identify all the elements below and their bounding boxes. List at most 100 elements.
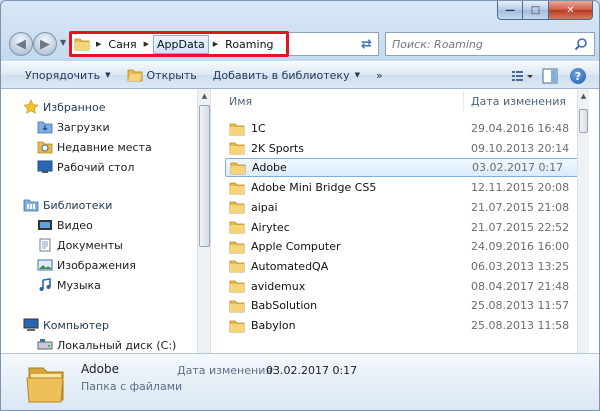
scrollbar-thumb[interactable] <box>579 109 588 133</box>
help-button[interactable]: ? <box>567 65 589 87</box>
search-icon[interactable] <box>574 37 588 51</box>
details-item-type: Папка с файлами <box>81 380 183 393</box>
nav-item-desktop[interactable]: Рабочий стол <box>1 157 197 177</box>
column-header-name[interactable]: Имя <box>229 95 252 108</box>
nav-item-label: Документы <box>57 238 123 252</box>
nav-item-local-disk-c[interactable]: Локальный диск (C:) <box>1 335 197 353</box>
column-headers: Имя Дата изменения <box>215 89 587 113</box>
file-date-modified: 21.07.2015 21:08 <box>471 200 570 214</box>
search-box[interactable] <box>385 32 595 56</box>
nav-item-label: Недавние места <box>57 140 152 154</box>
folder-icon <box>229 279 245 293</box>
nav-item-music[interactable]: Музыка <box>1 275 197 295</box>
open-button[interactable]: Открыть <box>119 64 205 86</box>
nav-group-libraries: Библиотеки Видео Документы Изображения М… <box>1 195 197 295</box>
nav-favorites[interactable]: Избранное <box>1 97 197 117</box>
nav-computer[interactable]: Компьютер <box>1 315 197 335</box>
file-row[interactable]: aipai 21.07.2015 21:08 <box>225 198 581 217</box>
file-row[interactable]: Adobe Mini Bridge CS5 12.11.2015 20:08 <box>225 178 581 197</box>
open-folder-icon <box>127 69 142 82</box>
hard-drive-icon <box>37 337 53 353</box>
star-icon <box>23 99 39 115</box>
maximize-button[interactable]: □ <box>523 1 549 20</box>
scroll-up-arrow-icon[interactable]: ▲ <box>198 89 210 103</box>
folder-icon <box>229 240 245 254</box>
file-list-pane: Имя Дата изменения 1C 29.04.2016 16:48 2K … <box>215 89 587 353</box>
breadcrumb-chevron-icon[interactable]: ▶ <box>92 40 105 48</box>
chevron-down-icon: ▼ <box>354 71 360 79</box>
scrollbar-thumb[interactable] <box>199 105 210 247</box>
details-date-value: 03.02.2017 0:17 <box>266 364 358 377</box>
file-row[interactable]: Adobe 03.02.2017 0:17 <box>225 158 581 178</box>
nav-item-label: Музыка <box>57 278 101 292</box>
filelist-scrollbar[interactable]: ▲ <box>577 89 589 353</box>
file-row[interactable]: 2K Sports 09.10.2013 20:14 <box>225 139 581 158</box>
command-bar: Упорядочить ▼ Открыть Добавить в библиот… <box>1 61 599 89</box>
recent-pages-dropdown[interactable]: ▼ <box>60 38 66 47</box>
file-date-modified: 24.09.2016 16:00 <box>471 240 570 254</box>
breadcrumb-item-roaming[interactable]: Roaming <box>222 36 276 53</box>
close-button[interactable]: ✕ <box>549 1 593 20</box>
file-row[interactable]: BabSolution 25.08.2013 11:57 <box>225 296 581 315</box>
file-row[interactable]: avidemux 08.04.2017 21:48 <box>225 277 581 296</box>
open-label: Открыть <box>146 68 197 82</box>
file-date-modified: 29.04.2016 16:48 <box>471 122 570 135</box>
breadcrumb-item-user[interactable]: Саня <box>105 36 139 53</box>
navpane-scrollbar[interactable]: ▲ <box>197 89 210 353</box>
file-name: avidemux <box>251 279 306 293</box>
nav-item-recent-places[interactable]: Недавние места <box>1 137 197 157</box>
file-date-modified: 25.08.2013 11:58 <box>471 319 570 332</box>
main-content: Избранное Загрузки Недавние места Рабочи… <box>1 89 599 353</box>
file-row[interactable]: 1C 29.04.2016 16:48 <box>225 119 581 138</box>
nav-libraries[interactable]: Библиотеки <box>1 195 197 215</box>
music-icon <box>37 277 53 293</box>
breadcrumb-chevron-icon[interactable]: ▶ <box>140 40 153 48</box>
file-row[interactable]: Airytec 21.07.2015 22:52 <box>225 218 581 237</box>
organize-button[interactable]: Упорядочить ▼ <box>17 64 119 86</box>
nav-item-downloads[interactable]: Загрузки <box>1 117 197 137</box>
nav-item-label: Локальный диск (C:) <box>57 338 177 352</box>
caption-buttons: — □ ✕ <box>497 1 593 21</box>
file-row[interactable]: Apple Computer 24.09.2016 16:00 <box>225 237 581 256</box>
address-bar[interactable]: ▶ Саня ▶ AppData ▶ Roaming ▼ <box>71 32 373 56</box>
view-options-button[interactable] <box>511 65 533 87</box>
add-to-library-button[interactable]: Добавить в библиотеку ▼ <box>205 64 368 86</box>
search-input[interactable] <box>392 37 572 51</box>
minimize-button[interactable]: — <box>497 1 523 20</box>
pictures-icon <box>37 257 53 273</box>
back-button[interactable]: ◀ <box>9 32 33 56</box>
toolbar-more-button[interactable]: » <box>368 64 391 86</box>
view-list-icon <box>512 71 533 81</box>
arrow-left-icon: ◀ <box>16 36 26 52</box>
breadcrumb-chevron-icon[interactable]: ▶ <box>209 40 222 48</box>
scroll-up-arrow-icon[interactable]: ▲ <box>578 89 589 103</box>
nav-item-label: Видео <box>57 218 93 232</box>
file-name: Adobe <box>252 161 287 175</box>
file-date-modified: 06.03.2013 13:25 <box>471 259 570 273</box>
nav-item-video[interactable]: Видео <box>1 215 197 235</box>
folder-icon <box>72 33 92 55</box>
breadcrumb-item-appdata[interactable]: AppData <box>153 34 209 54</box>
column-divider[interactable] <box>463 91 464 111</box>
downloads-folder-icon <box>37 119 53 135</box>
navigation-pane: Избранное Загрузки Недавние места Рабочи… <box>1 89 211 353</box>
refresh-button[interactable]: ⇄ <box>355 32 379 56</box>
details-pane: Adobe Папка с файлами Дата изменения: 03… <box>1 353 599 410</box>
nav-item-documents[interactable]: Документы <box>1 235 197 255</box>
organize-label: Упорядочить <box>25 68 101 82</box>
nav-group-computer: Компьютер Локальный диск (C:) <box>1 315 197 353</box>
folder-icon <box>229 200 245 214</box>
file-row[interactable]: Babylon 25.08.2013 11:58 <box>225 316 581 335</box>
nav-favorites-label: Избранное <box>43 100 106 114</box>
forward-button[interactable]: ▶ <box>33 32 57 56</box>
preview-pane-button[interactable] <box>539 65 561 87</box>
explorer-window: — □ ✕ ◀ ▶ ▼ ▶ Саня ▶ AppData ▶ Roaming ▼… <box>0 0 600 411</box>
folder-icon <box>229 141 245 155</box>
preview-pane-icon <box>542 68 558 84</box>
folder-icon <box>229 299 245 313</box>
nav-item-pictures[interactable]: Изображения <box>1 255 197 275</box>
column-header-date[interactable]: Дата изменения <box>471 95 566 108</box>
file-name: Adobe Mini Bridge CS5 <box>251 181 377 195</box>
refresh-icon: ⇄ <box>361 36 372 52</box>
file-row[interactable]: AutomatedQA 06.03.2013 13:25 <box>225 257 581 276</box>
